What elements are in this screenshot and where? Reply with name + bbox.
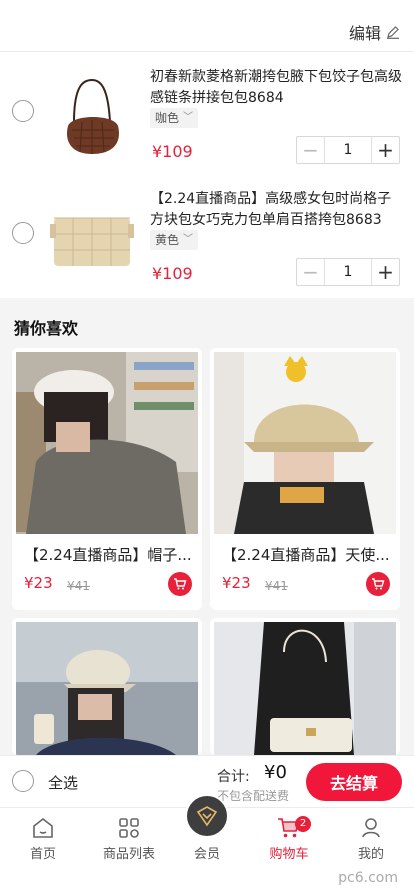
original-price: ¥41 xyxy=(67,579,90,593)
recommend-title: 猜你喜欢 xyxy=(14,319,79,338)
product-title[interactable]: 初春新款菱格新潮挎包腋下包饺子包高级感链条拼接包包8684 xyxy=(150,67,402,109)
product-card[interactable] xyxy=(12,618,202,755)
tab-bar: 首页 商品列表 会员 2 购物车 我的 pc6.com xyxy=(0,794,414,896)
quantity-stepper: − 1 + xyxy=(296,258,400,286)
add-to-cart-button[interactable] xyxy=(168,572,192,596)
tab-member[interactable]: 会员 xyxy=(166,794,248,868)
product-title[interactable]: 【2.24直播商品】高级感女包时尚格子方块包女巧克力包单肩百搭挎包8683 xyxy=(150,189,402,231)
product-card[interactable] xyxy=(210,618,400,755)
cart-badge: 2 xyxy=(295,816,311,832)
increase-button[interactable]: + xyxy=(371,259,399,285)
shipping-note: 不包含配送费 xyxy=(217,789,290,803)
original-price: ¥41 xyxy=(265,579,288,593)
watermark: pc6.com xyxy=(338,870,398,886)
tab-label: 会员 xyxy=(193,847,220,862)
select-all-radio[interactable] xyxy=(12,770,34,792)
variant-selector[interactable]: 咖色 ﹀ xyxy=(150,108,199,128)
chevron-down-icon: ﹀ xyxy=(183,234,194,245)
product-thumbnail[interactable] xyxy=(44,64,140,164)
select-all-label[interactable]: 全选 xyxy=(48,772,78,793)
tab-profile[interactable]: 我的 xyxy=(330,808,412,868)
product-thumbnail[interactable] xyxy=(44,184,140,284)
item-select-radio[interactable] xyxy=(12,100,34,122)
grid-icon xyxy=(119,818,139,838)
tab-label: 购物车 xyxy=(269,847,309,862)
cart-item: 【2.24直播商品】高级感女包时尚格子方块包女巧克力包单肩百搭挎包8683 黄色… xyxy=(0,176,414,294)
tab-label: 商品列表 xyxy=(102,847,155,862)
checkout-button[interactable]: 去结算 xyxy=(306,763,402,801)
product-photo[interactable] xyxy=(214,352,396,534)
tab-label: 首页 xyxy=(29,847,56,862)
member-icon xyxy=(185,794,229,838)
tab-products[interactable]: 商品列表 xyxy=(88,808,170,868)
product-price: ¥109 xyxy=(152,142,193,161)
total-value: ¥0 xyxy=(264,762,287,783)
add-to-cart-button[interactable] xyxy=(366,572,390,596)
total-label: 合计: xyxy=(217,769,250,785)
pencil-icon xyxy=(387,26,399,39)
top-bar: 编辑 xyxy=(0,0,414,52)
decrease-button[interactable]: − xyxy=(297,137,325,163)
product-price: ¥109 xyxy=(152,264,193,283)
variant-selector[interactable]: 黄色 ﹀ xyxy=(150,230,199,250)
product-photo[interactable] xyxy=(214,622,396,755)
item-select-radio[interactable] xyxy=(12,222,34,244)
quantity-stepper: − 1 + xyxy=(296,136,400,164)
cart-icon xyxy=(174,578,187,590)
product-card[interactable]: 【2.24直播商品】天使... ¥23 ¥41 xyxy=(210,348,400,610)
increase-button[interactable]: + xyxy=(371,137,399,163)
cart-icon xyxy=(372,578,385,590)
product-card[interactable]: 【2.24直播商品】帽子... ¥23 ¥41 xyxy=(12,348,202,610)
tab-label: 我的 xyxy=(357,847,384,862)
edit-button[interactable]: 编辑 xyxy=(349,20,400,44)
variant-label: 黄色 xyxy=(155,233,180,247)
product-photo[interactable] xyxy=(16,352,198,534)
cart-list: 初春新款菱格新潮挎包腋下包饺子包高级感链条拼接包包8684 咖色 ﹀ ¥109 … xyxy=(0,52,414,298)
variant-label: 咖色 xyxy=(155,111,180,125)
product-name[interactable]: 【2.24直播商品】天使... xyxy=(222,544,392,565)
cart-item: 初春新款菱格新潮挎包腋下包饺子包高级感链条拼接包包8684 咖色 ﹀ ¥109 … xyxy=(0,52,414,170)
tab-cart[interactable]: 2 购物车 xyxy=(248,808,330,868)
home-icon xyxy=(33,817,53,838)
decrease-button[interactable]: − xyxy=(297,259,325,285)
edit-label: 编辑 xyxy=(348,24,381,43)
tab-home[interactable]: 首页 xyxy=(2,808,84,868)
product-name[interactable]: 【2.24直播商品】帽子... xyxy=(24,544,194,565)
product-price: ¥23 xyxy=(222,574,251,592)
product-photo[interactable] xyxy=(16,622,198,755)
user-icon xyxy=(362,818,380,838)
quantity-value[interactable]: 1 xyxy=(325,142,371,158)
product-price: ¥23 xyxy=(24,574,53,592)
quantity-value[interactable]: 1 xyxy=(325,264,371,280)
chevron-down-icon: ﹀ xyxy=(183,112,194,123)
